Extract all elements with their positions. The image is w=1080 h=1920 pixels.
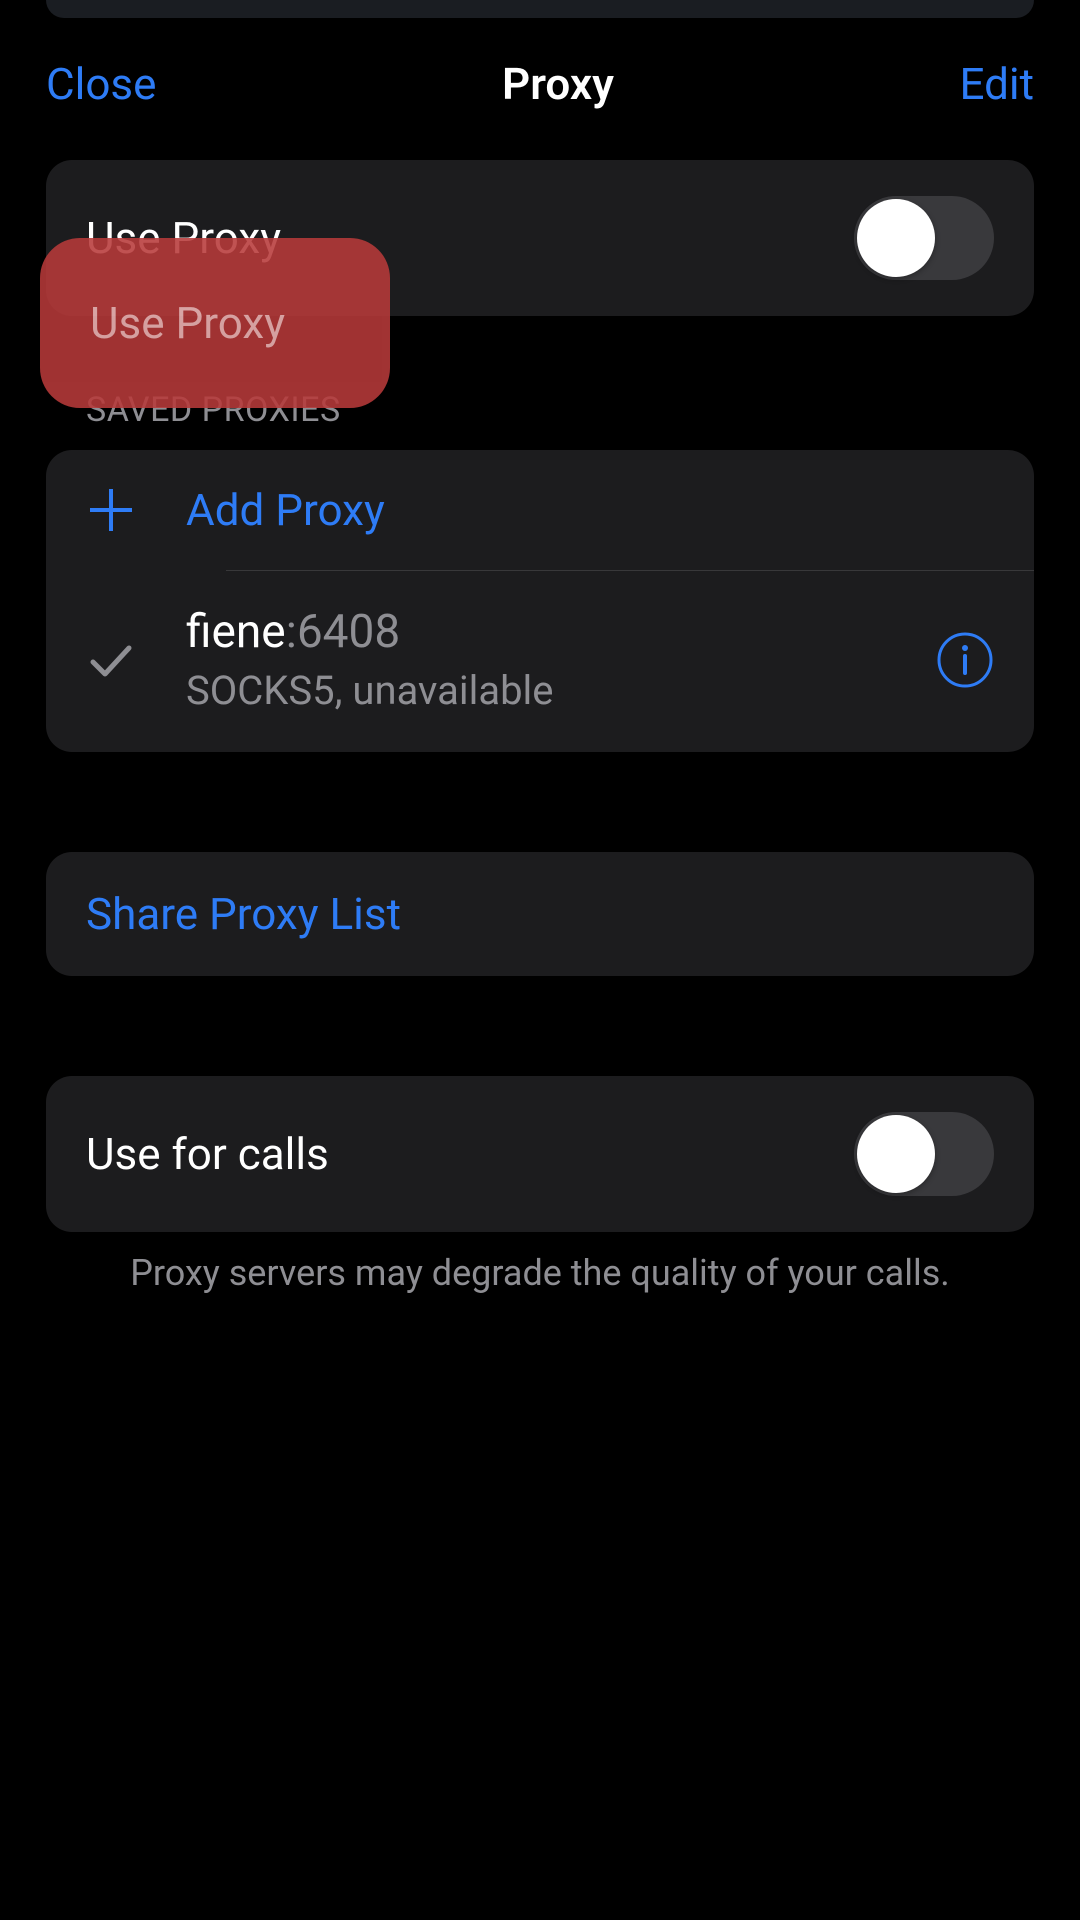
use-proxy-toggle[interactable]	[854, 196, 994, 280]
proxy-port: 6408	[297, 605, 400, 659]
nav-bar: Close Proxy Edit	[0, 18, 1080, 160]
proxy-row[interactable]: fiene:6408 SOCKS5, unavailable	[46, 571, 1034, 752]
add-proxy-label: Add Proxy	[186, 484, 385, 536]
proxy-meta: SOCKS5, unavailable	[186, 667, 886, 714]
share-proxy-list-button[interactable]: Share Proxy List	[46, 852, 1034, 976]
page-title: Proxy	[502, 58, 614, 110]
saved-proxies-group: Add Proxy fiene:6408 SOCKS5, unavailable	[46, 450, 1034, 752]
proxy-host: fiene	[186, 605, 286, 659]
proxy-port-sep: :	[286, 605, 297, 659]
share-group: Share Proxy List	[46, 852, 1034, 976]
check-icon	[86, 635, 136, 685]
highlight-use-proxy: Use Proxy	[40, 238, 390, 408]
use-for-calls-group: Use for calls	[46, 1076, 1034, 1232]
use-for-calls-toggle[interactable]	[854, 1112, 994, 1196]
use-for-calls-label: Use for calls	[86, 1128, 854, 1180]
toggle-knob	[857, 1115, 935, 1193]
use-for-calls-row: Use for calls	[46, 1076, 1034, 1232]
use-proxy-label-highlighted: Use Proxy	[90, 297, 285, 349]
add-proxy-button[interactable]: Add Proxy	[46, 450, 1034, 570]
proxy-name: fiene:6408	[186, 605, 886, 659]
edit-button[interactable]: Edit	[959, 58, 1034, 110]
calls-footer-text: Proxy servers may degrade the quality of…	[46, 1232, 1034, 1314]
toggle-knob	[857, 199, 935, 277]
sheet-top-sliver	[46, 0, 1034, 18]
plus-icon	[86, 485, 136, 535]
proxy-text: fiene:6408 SOCKS5, unavailable	[186, 605, 886, 714]
share-proxy-list-label: Share Proxy List	[86, 888, 994, 940]
info-icon[interactable]	[936, 631, 994, 689]
close-button[interactable]: Close	[46, 58, 156, 110]
